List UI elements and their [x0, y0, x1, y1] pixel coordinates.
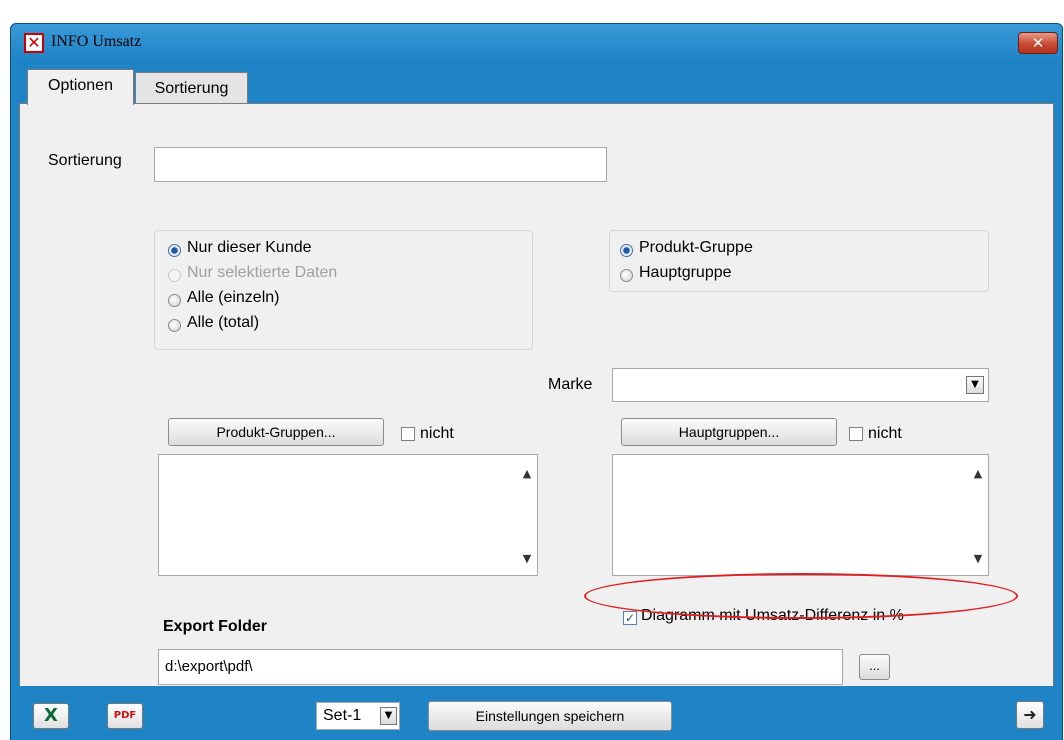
set-value: Set-1 — [323, 707, 362, 724]
browse-button[interactable]: ... — [859, 654, 890, 680]
produkt-gruppen-nicht-label: nicht — [420, 425, 454, 442]
exit-door-icon[interactable]: ➜ — [1016, 701, 1044, 729]
hauptgruppen-nicht-label: nicht — [868, 425, 902, 442]
radio-hauptgruppe[interactable] — [620, 269, 633, 282]
marke-select[interactable]: ▼ — [612, 368, 989, 402]
radio-nur-dieser-kunde[interactable] — [168, 244, 181, 257]
close-button[interactable]: ✕ — [1018, 32, 1058, 54]
app-window: ✕ INFO Umsatz ✕ Optionen Sortierung Sort… — [10, 23, 1063, 740]
excel-icon[interactable]: X — [33, 703, 69, 729]
x-icon: ✕ — [24, 33, 44, 53]
radio-label-hauptgruppe: Hauptgruppe — [639, 264, 732, 281]
produkt-gruppen-list[interactable]: ▲ ▼ — [158, 454, 538, 576]
highlight-ellipse — [584, 573, 1018, 619]
scroll-down-icon[interactable]: ▼ — [520, 552, 534, 565]
tab-sortierung[interactable]: Sortierung — [135, 72, 248, 105]
produkt-gruppen-button[interactable]: Produkt-Gruppen... — [168, 418, 384, 446]
einstellungen-speichern-button[interactable]: Einstellungen speichern — [428, 701, 672, 731]
radio-label-nur-selektierte-daten: Nur selektierte Daten — [187, 264, 338, 281]
scope-radio-group: Nur dieser Kunde Nur selektierte Daten A… — [154, 230, 533, 350]
group-type-radio-group: Produkt-Gruppe Hauptgruppe — [609, 230, 989, 292]
export-folder-input[interactable]: d:\export\pdf\ — [158, 649, 843, 685]
radio-label-alle-einzeln: Alle (einzeln) — [187, 289, 280, 306]
marke-label: Marke — [548, 376, 593, 393]
hauptgruppen-nicht-checkbox[interactable] — [849, 427, 863, 441]
radio-label-nur-dieser-kunde: Nur dieser Kunde — [187, 239, 312, 256]
sortierung-label: Sortierung — [48, 152, 122, 169]
chevron-down-icon[interactable]: ▼ — [966, 376, 984, 394]
export-folder-label: Export Folder — [163, 618, 268, 635]
radio-nur-selektierte-daten — [168, 269, 181, 282]
set-select[interactable]: Set-1 ▼ — [316, 702, 400, 730]
radio-alle-einzeln[interactable] — [168, 294, 181, 307]
chevron-down-icon[interactable]: ▼ — [380, 707, 397, 725]
title-bar[interactable]: ✕ INFO Umsatz ✕ — [11, 24, 1062, 60]
hauptgruppen-button[interactable]: Hauptgruppen... — [621, 418, 837, 446]
pdf-icon[interactable]: PDF — [107, 703, 143, 729]
tab-optionen[interactable]: Optionen — [27, 69, 134, 105]
radio-label-alle-total: Alle (total) — [187, 314, 260, 331]
window-title: INFO Umsatz — [51, 33, 142, 50]
radio-alle-total[interactable] — [168, 319, 181, 332]
radio-produkt-gruppe[interactable] — [620, 244, 633, 257]
scroll-up-icon[interactable]: ▲ — [971, 467, 985, 480]
sortierung-input[interactable] — [154, 147, 607, 182]
scroll-down-icon[interactable]: ▼ — [971, 552, 985, 565]
diagramm-checkbox[interactable]: ✓ — [623, 611, 637, 625]
bottom-toolbar: X PDF Set-1 ▼ Einstellungen speichern ➜ — [11, 686, 1062, 740]
hauptgruppen-list[interactable]: ▲ ▼ — [612, 454, 989, 576]
radio-label-produkt-gruppe: Produkt-Gruppe — [639, 239, 753, 256]
scroll-up-icon[interactable]: ▲ — [520, 467, 534, 480]
produkt-gruppen-nicht-checkbox[interactable] — [401, 427, 415, 441]
